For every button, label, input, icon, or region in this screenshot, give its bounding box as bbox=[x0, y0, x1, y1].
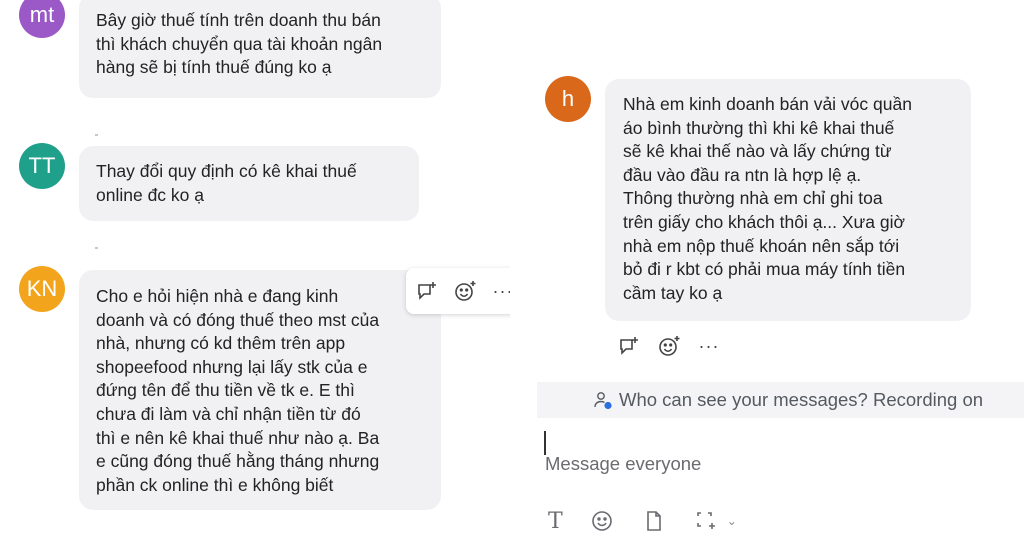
add-reaction-icon[interactable] bbox=[656, 333, 682, 359]
message-line: trên giấy cho khách thôi ạ... Xưa giờ bbox=[623, 211, 905, 232]
message-line: thì khách chuyển qua tài khoản ngân bbox=[96, 33, 383, 54]
reply-bubble-icon[interactable] bbox=[414, 278, 440, 304]
message-line: nhà, nhưng có kd thêm trên app bbox=[96, 333, 346, 354]
emoji-icon[interactable] bbox=[589, 508, 615, 534]
message-line: nhà em nộp thuế khoán nên sắp tới bbox=[623, 235, 900, 256]
message-line: doanh và có đóng thuế theo mst của bbox=[96, 309, 380, 330]
avatar[interactable]: h bbox=[545, 76, 591, 122]
avatar[interactable]: KN bbox=[19, 266, 65, 312]
message-line: Thay đổi quy định có kê khai thuế bbox=[96, 161, 357, 181]
text-cursor bbox=[544, 431, 546, 455]
format-text-button[interactable]: T bbox=[548, 509, 563, 534]
notice-text: Who can see your messages? Recording on bbox=[619, 389, 984, 410]
divider-mark bbox=[95, 134, 98, 136]
file-icon[interactable] bbox=[641, 508, 667, 534]
message-line: Cho e hỏi hiện nhà e đang kinh bbox=[96, 286, 339, 306]
avatar[interactable]: mt bbox=[19, 0, 65, 38]
message-line: cầm tay ko ạ bbox=[623, 282, 723, 303]
message-hover-actions: ··· bbox=[406, 268, 518, 314]
message-line: e cũng đóng thuế hằng tháng nhưng bbox=[96, 451, 380, 472]
message-line: đứng tên để thu tiền về tk e. E thì bbox=[96, 380, 355, 401]
composer-toolbar: T ⌄ bbox=[548, 508, 737, 534]
reply-bubble-icon[interactable] bbox=[616, 333, 642, 359]
avatar-initials: KN bbox=[26, 276, 58, 301]
message-line: Bây giờ thuế tính trên doanh thu bán bbox=[96, 10, 381, 30]
avatar-initials: h bbox=[561, 86, 575, 111]
message-line: thì e nên kê khai thuế như nào ạ. Ba bbox=[96, 427, 380, 448]
message-line: sẽ kê khai thế nào và lấy chứng từ bbox=[623, 141, 892, 162]
screenshot-icon[interactable] bbox=[693, 508, 719, 534]
message-line: bỏ đi r kbt có phải mua máy tính tiền bbox=[623, 259, 906, 280]
message-line: đầu vào đầu ra ntn là hợp lệ ạ. bbox=[623, 164, 862, 185]
avatar-initials: mt bbox=[29, 2, 55, 27]
message-line: áo bình thường thì khi kê khai thuế bbox=[623, 117, 895, 138]
recording-notice[interactable]: Who can see your messages? Recording on bbox=[537, 382, 1024, 418]
message-line: chưa đi làm và chỉ nhận tiền từ đó bbox=[96, 403, 361, 424]
message-bubble: Cho e hỏi hiện nhà e đang kinh doanh và … bbox=[79, 270, 441, 510]
message-reaction-actions: ··· bbox=[616, 333, 722, 359]
message-line: Nhà em kinh doanh bán vải vóc quần bbox=[623, 94, 912, 114]
message-input[interactable] bbox=[537, 418, 1024, 496]
message-line: shopeefood nhưng lại lấy stk của e bbox=[96, 356, 368, 377]
add-reaction-icon[interactable] bbox=[452, 278, 478, 304]
privacy-person-icon bbox=[593, 390, 613, 410]
message-line: phần ck online thì e không biết bbox=[96, 474, 334, 495]
message-bubble: Bây giờ thuế tính trên doanh thu bán thì… bbox=[79, 0, 441, 98]
more-options-icon[interactable]: ··· bbox=[696, 333, 722, 359]
avatar-initials: TT bbox=[28, 153, 56, 178]
message-line: online đc ko ạ bbox=[96, 184, 204, 205]
avatar[interactable]: TT bbox=[19, 143, 65, 189]
message-line: Thông thường nhà em chỉ ghi toa bbox=[623, 188, 883, 209]
message-line: hàng sẽ bị tính thuế đúng ko ạ bbox=[96, 57, 332, 78]
chevron-down-icon[interactable]: ⌄ bbox=[727, 514, 737, 528]
message-bubble: Nhà em kinh doanh bán vải vóc quần áo bì… bbox=[605, 79, 971, 321]
divider-mark bbox=[95, 247, 98, 249]
message-bubble: Thay đổi quy định có kê khai thuế online… bbox=[79, 146, 419, 221]
pane-gap bbox=[510, 0, 536, 543]
